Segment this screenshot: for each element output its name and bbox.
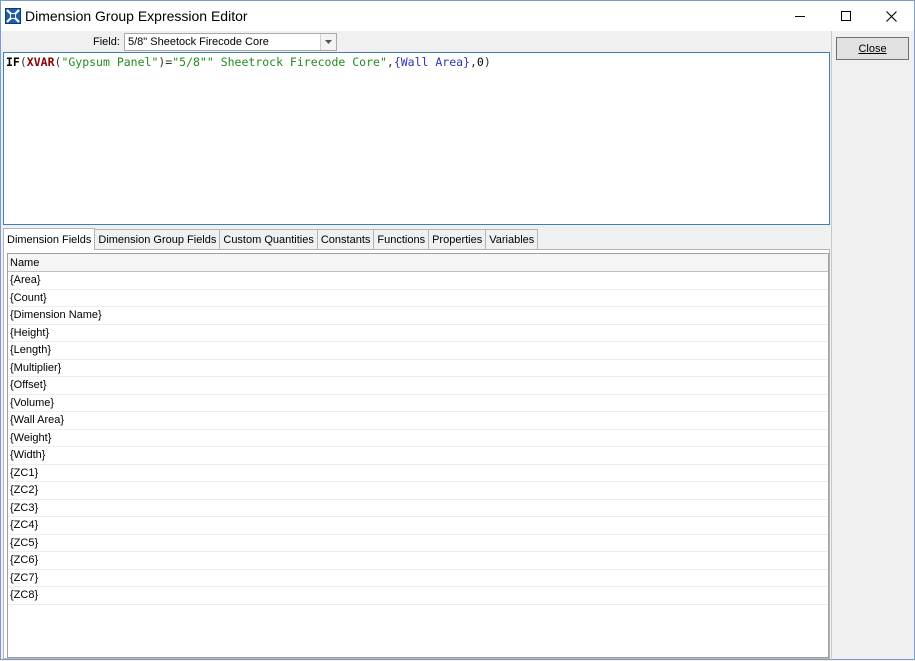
- table-row[interactable]: {ZC8}: [8, 587, 828, 605]
- chevron-down-icon: [325, 40, 332, 44]
- table-row[interactable]: {Area}: [8, 272, 828, 290]
- window-title: Dimension Group Expression Editor: [25, 8, 248, 24]
- table-row[interactable]: {Multiplier}: [8, 360, 828, 377]
- expression-token: )=: [158, 55, 173, 69]
- expression-token: ): [483, 55, 491, 69]
- table-row[interactable]: {ZC3}: [8, 500, 828, 517]
- expression-token: XVAR: [26, 55, 55, 69]
- column-header-label: Name: [10, 256, 40, 269]
- table-row[interactable]: {Offset}: [8, 377, 828, 395]
- app-icon: [5, 8, 21, 24]
- expression-token: "5/8"" Sheetrock Firecode Core": [172, 55, 387, 69]
- grid-rows: {Area} {Count} {Dimension Name} {Height} {Le…: [8, 272, 828, 605]
- table-row[interactable]: {Volume}: [8, 395, 828, 412]
- table-row[interactable]: {Length}: [8, 342, 828, 360]
- expression-token: {Wall Area}: [393, 55, 470, 69]
- window-close-button[interactable]: [868, 1, 914, 31]
- close-button[interactable]: Close: [836, 37, 909, 60]
- table-row[interactable]: {Wall Area}: [8, 412, 828, 430]
- expression-token: ,: [386, 55, 394, 69]
- tab-constants[interactable]: Constants: [316, 229, 375, 250]
- minimize-icon: [795, 16, 805, 17]
- expression-text[interactable]: IF(XVAR("Gypsum Panel")="5/8"" Sheetrock…: [6, 55, 491, 69]
- tab-variables[interactable]: Variables: [485, 229, 539, 250]
- tab-functions[interactable]: Functions: [373, 229, 430, 250]
- expression-token: IF: [6, 55, 20, 69]
- column-header-name[interactable]: Name: [8, 254, 828, 272]
- close-icon: [885, 10, 897, 22]
- table-row[interactable]: {Weight}: [8, 430, 828, 447]
- expression-token: (: [19, 55, 27, 69]
- table-row[interactable]: {ZC7}: [8, 570, 828, 587]
- dropdown-arrow-button[interactable]: [320, 34, 336, 50]
- fields-grid: Name {Area} {Count} {Dimension Name} {Heigh…: [7, 253, 829, 658]
- table-row[interactable]: {Count}: [8, 290, 828, 307]
- tab-dimension-group-fields[interactable]: Dimension Group Fields: [94, 229, 221, 250]
- tab-custom-quantities[interactable]: Custom Quantities: [219, 229, 318, 250]
- title-bar: Dimension Group Expression Editor: [1, 1, 914, 31]
- tab-properties[interactable]: Properties: [428, 229, 487, 250]
- table-row[interactable]: {Height}: [8, 325, 828, 342]
- divider: [831, 31, 832, 661]
- maximize-icon: [841, 11, 851, 21]
- field-dropdown-value: 5/8" Sheetock Firecode Core: [128, 36, 269, 48]
- close-button-label: Close: [858, 42, 887, 55]
- maximize-button[interactable]: [823, 1, 869, 31]
- field-label: Field:: [93, 36, 120, 48]
- field-dropdown[interactable]: 5/8" Sheetock Firecode Core: [124, 33, 337, 51]
- expression-token: "Gypsum Panel": [61, 55, 159, 69]
- table-row[interactable]: {ZC4}: [8, 517, 828, 535]
- tab-dimension-fields[interactable]: Dimension Fields: [3, 228, 96, 250]
- table-row[interactable]: {ZC6}: [8, 552, 828, 570]
- minimize-button[interactable]: [777, 1, 823, 31]
- table-row[interactable]: {Width}: [8, 447, 828, 465]
- editor-window: Dimension Group Expression Editor Field:…: [0, 0, 915, 661]
- table-row[interactable]: {ZC1}: [8, 465, 828, 482]
- tab-panel: Name {Area} {Count} {Dimension Name} {Heigh…: [3, 249, 830, 659]
- table-row[interactable]: {ZC2}: [8, 482, 828, 500]
- table-row[interactable]: {ZC5}: [8, 535, 828, 552]
- table-row[interactable]: {Dimension Name}: [8, 307, 828, 325]
- expression-token: 0: [476, 55, 484, 69]
- expression-token: ,: [469, 55, 477, 69]
- expression-editor[interactable]: IF(XVAR("Gypsum Panel")="5/8"" Sheetrock…: [3, 52, 830, 225]
- tab-bar: Dimension Fields Dimension Group Fields Cu…: [3, 228, 539, 250]
